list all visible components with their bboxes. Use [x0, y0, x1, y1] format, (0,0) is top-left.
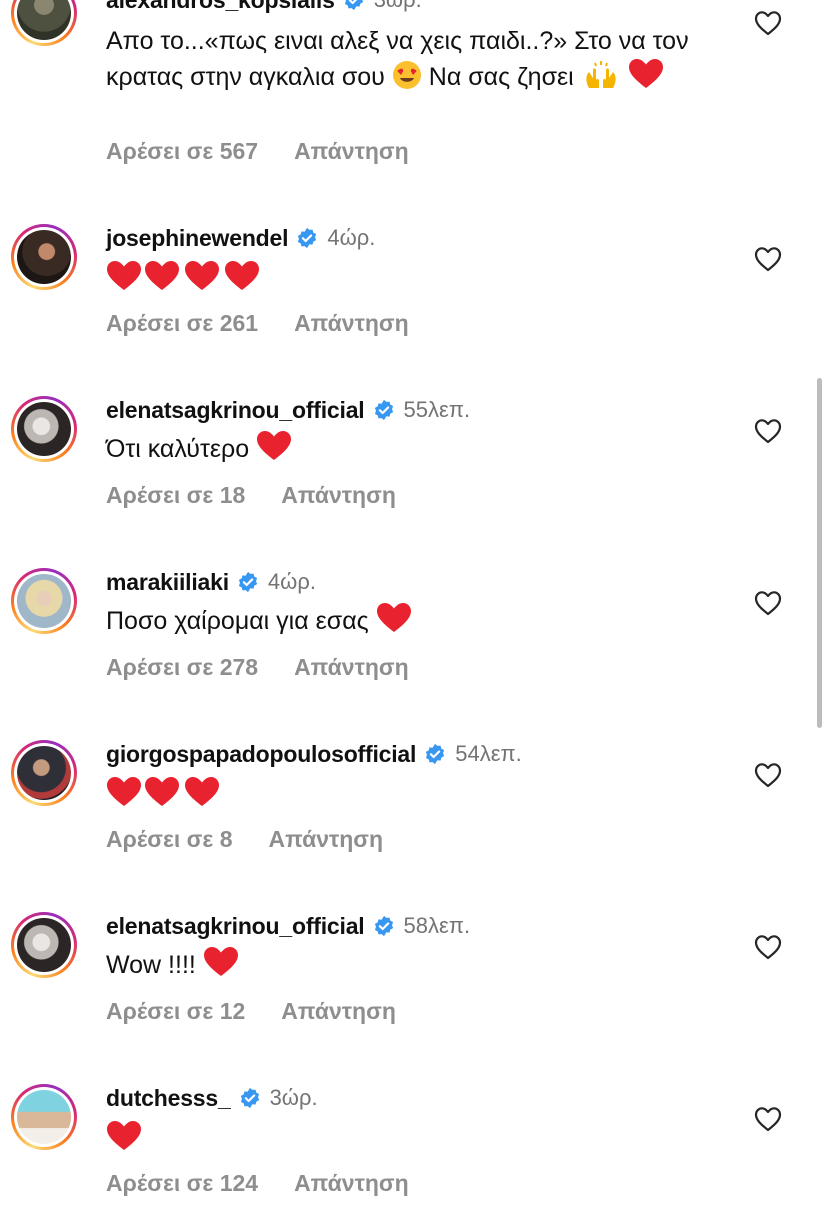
comment-username[interactable]: giorgospapadopoulosofficial — [106, 741, 416, 768]
comment-actions: Αρέσει σε 8 Απάντηση — [106, 824, 383, 854]
likes-count[interactable]: Αρέσει σε 261 — [106, 310, 258, 337]
heart-emoji-icon — [107, 1121, 141, 1150]
comment-time: 4ώρ. — [267, 569, 316, 594]
likes-count[interactable]: Αρέσει σε 567 — [106, 138, 258, 165]
like-heart-icon[interactable] — [754, 934, 782, 960]
comment-text-block — [106, 1120, 726, 1156]
comment-text-block: Ότι καλύτερο — [106, 430, 726, 466]
comment-text: Wow !!!! — [106, 951, 196, 979]
reply-button[interactable]: Απάντηση — [294, 310, 409, 337]
verified-badge-icon — [344, 0, 363, 11]
avatar[interactable] — [11, 396, 77, 462]
reply-button[interactable]: Απάντηση — [268, 826, 383, 853]
likes-count[interactable]: Αρέσει σε 278 — [106, 654, 258, 681]
likes-count[interactable]: Αρέσει σε 12 — [106, 998, 245, 1025]
heart-emoji-icon — [107, 261, 141, 290]
comment-text-block — [106, 776, 726, 812]
comment-username[interactable]: josephinewendel — [106, 225, 289, 252]
comment-time: 55λεπ. — [403, 397, 471, 422]
verified-badge-icon — [374, 399, 393, 421]
comment-time: 54λεπ. — [455, 741, 522, 766]
verified-badge-icon — [374, 915, 393, 937]
like-heart-icon[interactable] — [754, 590, 782, 616]
comment-username[interactable]: marakiiliaki — [106, 569, 229, 596]
heart-emoji-icon — [225, 261, 259, 290]
heart-emoji-icon — [376, 603, 411, 632]
comment-text-tail: Να σας ζησει — [428, 63, 574, 91]
like-heart-icon[interactable] — [754, 246, 782, 272]
comment-actions: Αρέσει σε 261 Απάντηση — [106, 308, 409, 338]
heart-emoji-icon — [628, 59, 663, 88]
comment-actions: Αρέσει σε 278 Απάντηση — [106, 652, 409, 682]
like-heart-icon[interactable] — [754, 762, 782, 788]
heart-eyes-emoji-icon — [392, 61, 421, 89]
comment-username[interactable]: elenatsagkrinou_official — [106, 913, 365, 940]
scrollbar[interactable] — [817, 378, 822, 728]
avatar[interactable] — [11, 912, 77, 978]
likes-count[interactable]: Αρέσει σε 124 — [106, 1170, 258, 1197]
comment-text: Ποσο χαίρομαι για εσας — [106, 607, 369, 635]
like-heart-icon[interactable] — [754, 418, 782, 444]
comment-actions: Αρέσει σε 124 Απάντηση — [106, 1168, 409, 1198]
avatar[interactable] — [11, 0, 77, 46]
comment-username[interactable]: alexandros_kopsialis — [106, 0, 335, 14]
verified-badge-icon — [426, 743, 445, 765]
heart-emoji-icon — [185, 261, 219, 290]
likes-count[interactable]: Αρέσει σε 18 — [106, 482, 245, 509]
like-heart-icon[interactable] — [754, 10, 782, 36]
comment-text-block — [106, 260, 726, 296]
avatar[interactable] — [11, 1084, 77, 1150]
heart-emoji-icon — [203, 947, 238, 976]
comment-actions: Αρέσει σε 12 Απάντηση — [106, 996, 396, 1026]
heart-emoji-icon — [257, 431, 292, 460]
likes-count[interactable]: Αρέσει σε 8 — [106, 826, 232, 853]
comment-username[interactable]: elenatsagkrinou_official — [106, 397, 365, 424]
comment-time: 58λεπ. — [403, 913, 471, 938]
reply-button[interactable]: Απάντηση — [294, 138, 409, 165]
verified-badge-icon — [240, 1087, 259, 1109]
like-heart-icon[interactable] — [754, 1106, 782, 1132]
verified-badge-icon — [238, 571, 257, 593]
heart-emoji-icon — [185, 777, 219, 806]
comment-username[interactable]: dutchesss_ — [106, 1085, 231, 1112]
heart-emoji-icon — [107, 777, 141, 806]
comment-text-block: Wow !!!! — [106, 946, 726, 982]
heart-emoji-icon — [145, 777, 179, 806]
verified-badge-icon — [298, 227, 317, 249]
heart-emoji-icon — [145, 261, 179, 290]
raising-hands-emoji-icon — [586, 61, 616, 88]
avatar[interactable] — [11, 740, 77, 806]
comment-text: Ότι καλύτερο — [106, 435, 250, 463]
avatar[interactable] — [11, 224, 77, 290]
avatar[interactable] — [11, 568, 77, 634]
reply-button[interactable]: Απάντηση — [294, 654, 409, 681]
reply-button[interactable]: Απάντηση — [281, 482, 396, 509]
comment-text-block: Απο το...«πως ειναι αλεξ να χεις παιδι..… — [106, 24, 726, 94]
comment-actions: Αρέσει σε 567 Απάντηση — [106, 136, 409, 166]
comment-actions: Αρέσει σε 18 Απάντηση — [106, 480, 396, 510]
comment-text-block: Ποσο χαίρομαι για εσας — [106, 602, 726, 638]
reply-button[interactable]: Απάντηση — [294, 1170, 409, 1197]
reply-button[interactable]: Απάντηση — [281, 998, 396, 1025]
comment-time: 4ώρ. — [327, 225, 376, 250]
comment-time: 3ώρ. — [269, 1085, 318, 1110]
comment-time: 3ώρ. — [374, 0, 422, 13]
